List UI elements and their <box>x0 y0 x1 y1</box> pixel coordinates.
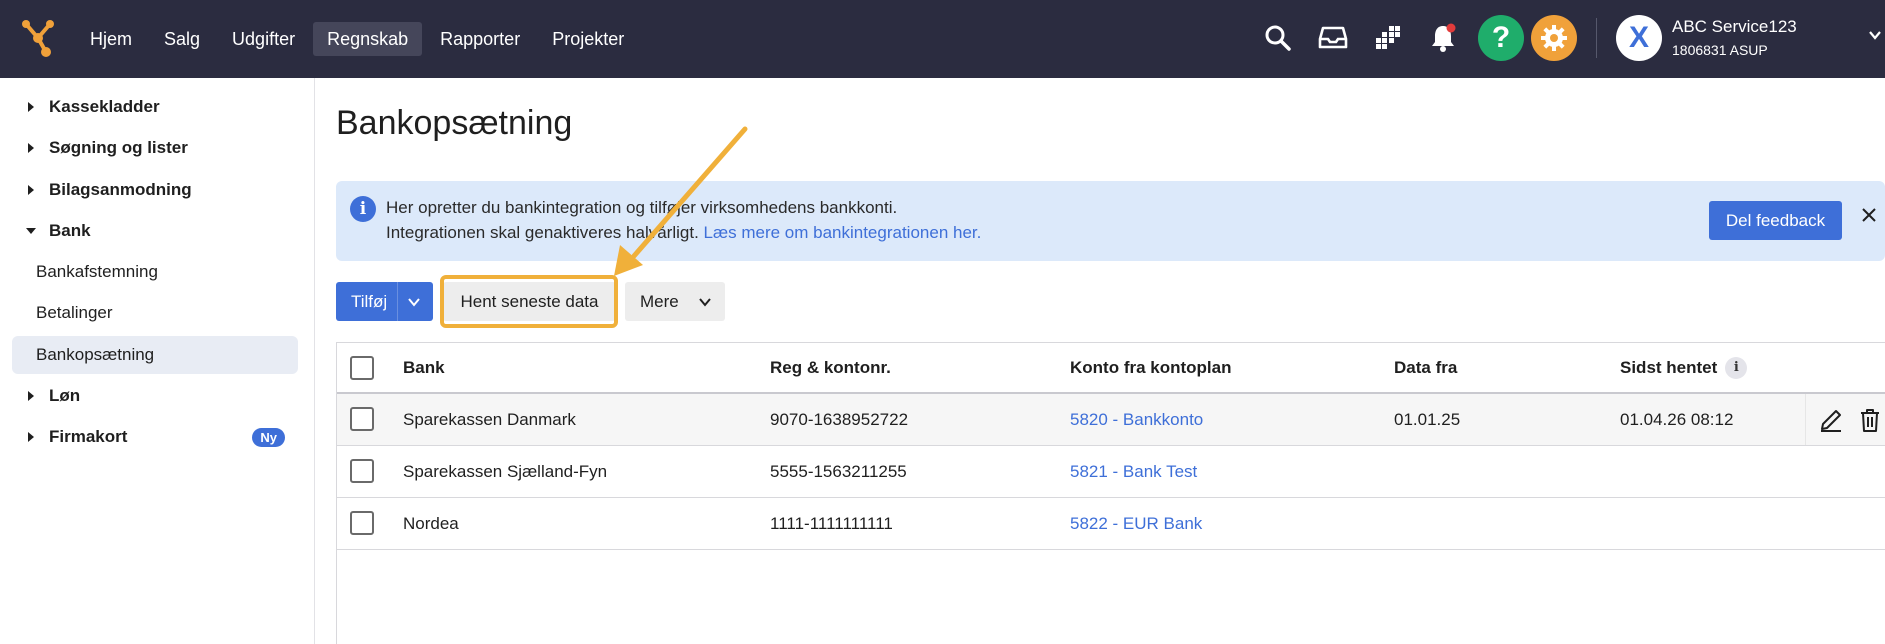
sidebar: Kassekladder Søgning og lister Bilagsanm… <box>0 78 315 644</box>
row-checkbox[interactable] <box>350 459 374 483</box>
sidebar-item-kassekladder[interactable]: Kassekladder <box>12 88 298 126</box>
company-id: 1806831 ASUP <box>1672 42 1768 58</box>
avatar-letter: X <box>1628 21 1649 54</box>
select-all-checkbox[interactable] <box>350 356 374 380</box>
table-row[interactable]: Sparekassen Danmark 9070-1638952722 5820… <box>337 394 1885 446</box>
sidebar-item-label: Bankafstemning <box>36 262 158 281</box>
info-text: Integrationen skal genaktiveres halvårli… <box>386 223 699 242</box>
column-header-reg[interactable]: Reg & kontonr. <box>770 343 891 392</box>
add-button[interactable]: Tilføj <box>336 282 433 321</box>
sidebar-item-firmakort[interactable]: Firmakort Ny <box>12 418 298 456</box>
cell-bank: Sparekassen Danmark <box>403 409 576 429</box>
add-button-label: Tilføj <box>351 291 388 311</box>
column-header-data-from[interactable]: Data fra <box>1394 343 1457 392</box>
nav-salg[interactable]: Salg <box>150 22 214 56</box>
edit-pencil-icon[interactable] <box>1818 407 1844 433</box>
chevron-down-icon[interactable] <box>406 294 422 310</box>
info-icon: i <box>350 196 376 222</box>
close-icon[interactable] <box>1855 201 1883 229</box>
cell-reg: 9070-1638952722 <box>770 409 909 429</box>
sidebar-item-label: Betalinger <box>36 303 113 322</box>
highlight-box <box>440 275 618 328</box>
cell-reg: 1111-1111111111 <box>770 513 893 533</box>
nav-rapporter[interactable]: Rapporter <box>426 22 534 56</box>
caret-right-icon <box>22 390 40 402</box>
button-separator <box>397 282 398 321</box>
info-read-more-link[interactable]: Læs mere om bankintegrationen her. <box>704 223 982 242</box>
sidebar-item-bankopsaetning[interactable]: Bankopsætning <box>12 336 298 374</box>
sidebar-item-label: Løn <box>49 386 81 405</box>
sidebar-item-label: Firmakort <box>49 427 128 446</box>
more-button-label: Mere <box>640 291 679 311</box>
row-checkbox[interactable] <box>350 407 374 431</box>
chevron-down-icon[interactable] <box>1868 28 1882 42</box>
more-button[interactable]: Mere <box>625 282 725 321</box>
company-avatar[interactable]: X <box>1616 15 1662 61</box>
notifications-bell-icon[interactable] <box>1424 19 1462 57</box>
bank-accounts-table: Bank Reg & kontonr. Konto fra kontoplan … <box>336 342 1885 644</box>
nav-regnskab[interactable]: Regnskab <box>313 22 423 56</box>
cell-bank: Nordea <box>403 513 459 533</box>
info-text-line2: Integrationen skal genaktiveres halvårli… <box>386 223 981 243</box>
sidebar-item-sogning[interactable]: Søgning og lister <box>12 129 298 167</box>
caret-down-icon <box>22 226 40 236</box>
caret-right-icon <box>22 142 40 154</box>
settings-gear-icon[interactable] <box>1531 15 1577 61</box>
info-banner: i Her opretter du bankintegration og til… <box>336 181 1885 261</box>
caret-right-icon <box>22 184 40 196</box>
inbox-icon[interactable] <box>1314 19 1352 57</box>
delete-trash-icon[interactable] <box>1858 407 1882 433</box>
sidebar-item-label: Søgning og lister <box>49 138 188 157</box>
cell-last-fetched: 01.04.26 08:12 <box>1620 409 1734 429</box>
sidebar-item-bank[interactable]: Bank <box>12 212 298 250</box>
cell-konto-link[interactable]: 5822 - EUR Bank <box>1070 498 1202 549</box>
row-checkbox[interactable] <box>350 511 374 535</box>
cell-bank: Sparekassen Sjælland-Fyn <box>403 461 608 481</box>
cell-konto-link[interactable]: 5820 - Bankkonto <box>1070 394 1203 445</box>
column-header-last-fetched[interactable]: Sidst hentet i <box>1620 343 1748 392</box>
sidebar-item-label: Kassekladder <box>49 97 160 116</box>
new-badge: Ny <box>252 428 285 447</box>
table-row[interactable]: Sparekassen Sjælland-Fyn 5555-1563211255… <box>337 446 1885 498</box>
caret-right-icon <box>22 101 40 113</box>
cell-konto-link[interactable]: 5821 - Bank Test <box>1070 446 1197 497</box>
sidebar-item-betalinger[interactable]: Betalinger <box>12 294 298 332</box>
app-logo-icon[interactable] <box>18 18 58 58</box>
nav-projekter[interactable]: Projekter <box>538 22 638 56</box>
table-row[interactable]: Nordea 1111-1111111111 5822 - EUR Bank <box>337 498 1885 550</box>
page-title: Bankopsætning <box>336 104 573 142</box>
help-icon[interactable]: ? <box>1478 15 1524 61</box>
row-actions <box>1805 394 1885 445</box>
cell-reg: 5555-1563211255 <box>770 461 907 481</box>
search-icon[interactable] <box>1259 19 1297 57</box>
sidebar-item-bankafstemning[interactable]: Bankafstemning <box>12 253 298 291</box>
table-header-row: Bank Reg & kontonr. Konto fra kontoplan … <box>337 343 1885 394</box>
sidebar-item-label: Bilagsanmodning <box>49 180 192 199</box>
sidebar-item-lon[interactable]: Løn <box>12 377 298 415</box>
nav-udgifter[interactable]: Udgifter <box>218 22 309 56</box>
apps-grid-icon[interactable] <box>1369 19 1407 57</box>
company-name[interactable]: ABC Service123 <box>1672 17 1797 37</box>
feedback-button[interactable]: Del feedback <box>1709 201 1842 240</box>
sidebar-item-label: Bank <box>49 221 91 240</box>
cell-data-from: 01.01.25 <box>1394 409 1461 429</box>
caret-right-icon <box>22 431 40 443</box>
nav-hjem[interactable]: Hjem <box>76 22 146 56</box>
topbar-divider <box>1596 18 1597 58</box>
sidebar-item-bilagsanmodning[interactable]: Bilagsanmodning <box>12 171 298 209</box>
column-header-konto[interactable]: Konto fra kontoplan <box>1070 343 1231 392</box>
info-icon[interactable]: i <box>1725 356 1748 379</box>
chevron-down-icon <box>699 298 711 307</box>
sidebar-item-label: Bankopsætning <box>36 345 155 364</box>
top-bar: Hjem Salg Udgifter Regnskab Rapporter Pr… <box>0 0 1885 78</box>
column-header-bank[interactable]: Bank <box>403 343 445 392</box>
main-nav: Hjem Salg Udgifter Regnskab Rapporter Pr… <box>76 22 638 56</box>
info-text-line1: Her opretter du bankintegration og tilfø… <box>386 198 898 217</box>
column-header-label: Sidst hentet <box>1620 357 1718 377</box>
